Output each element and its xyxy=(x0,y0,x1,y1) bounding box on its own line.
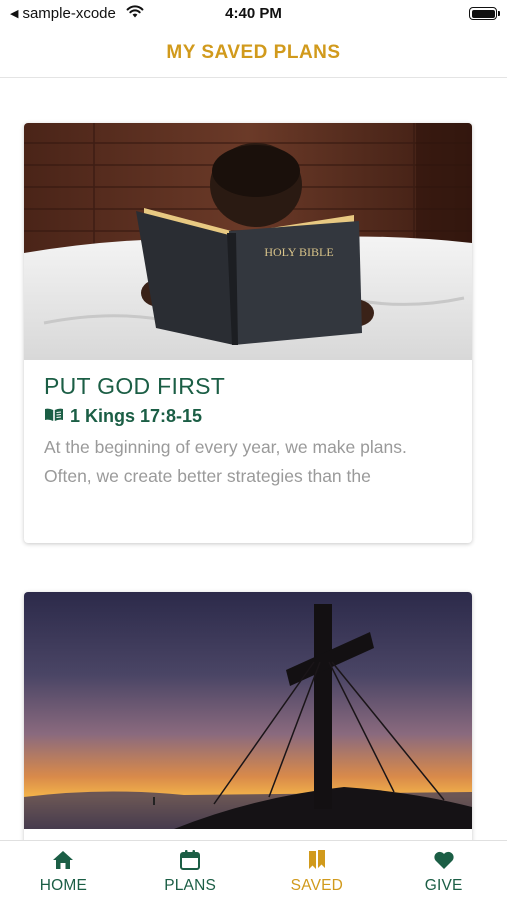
tab-home[interactable]: HOME xyxy=(0,841,127,900)
bible-cover-text: HOLY BIBLE xyxy=(264,245,333,259)
bottom-tab-bar: HOME PLANS SAVED GIVE xyxy=(0,840,507,900)
tab-plans-label: PLANS xyxy=(164,877,217,894)
tab-saved-label: SAVED xyxy=(290,877,344,894)
plan-title: PUT GOD FIRST xyxy=(44,373,226,399)
plan-scripture-ref: 1 Kings 17:8-15 xyxy=(70,406,203,426)
book-open-icon xyxy=(44,406,64,427)
plan-image-cross-sunset xyxy=(24,592,472,829)
tab-give[interactable]: GIVE xyxy=(380,841,507,900)
tab-give-label: GIVE xyxy=(424,877,463,894)
battery-icon xyxy=(469,7,500,20)
plan-card[interactable]: HOLY BIBLE PUT GOD FIRST 1 Kings 17:8-15… xyxy=(24,123,472,543)
bookmark-icon xyxy=(307,849,327,871)
tab-saved[interactable]: SAVED xyxy=(254,841,381,900)
tab-home-label: HOME xyxy=(39,877,88,894)
plan-card-body: PUT GOD FIRST 1 Kings 17:8-15 At the beg… xyxy=(24,360,472,491)
calendar-icon xyxy=(179,849,201,871)
status-time: 4:40 PM xyxy=(225,5,282,22)
tab-plans[interactable]: PLANS xyxy=(127,841,254,900)
app-header: MY SAVED PLANS xyxy=(0,28,507,78)
home-icon xyxy=(52,849,74,871)
status-bar: ◀ sample-xcode 4:40 PM xyxy=(0,0,507,28)
plan-card[interactable] xyxy=(24,592,472,840)
plan-description: At the beginning of every year, we make … xyxy=(44,437,407,486)
heart-icon xyxy=(433,849,455,871)
plan-scripture: 1 Kings 17:8-15 xyxy=(44,406,452,427)
saved-plans-list[interactable]: HOLY BIBLE PUT GOD FIRST 1 Kings 17:8-15… xyxy=(0,79,507,840)
plan-image-bible-reading: HOLY BIBLE xyxy=(24,123,472,360)
page-title: MY SAVED PLANS xyxy=(166,41,341,63)
